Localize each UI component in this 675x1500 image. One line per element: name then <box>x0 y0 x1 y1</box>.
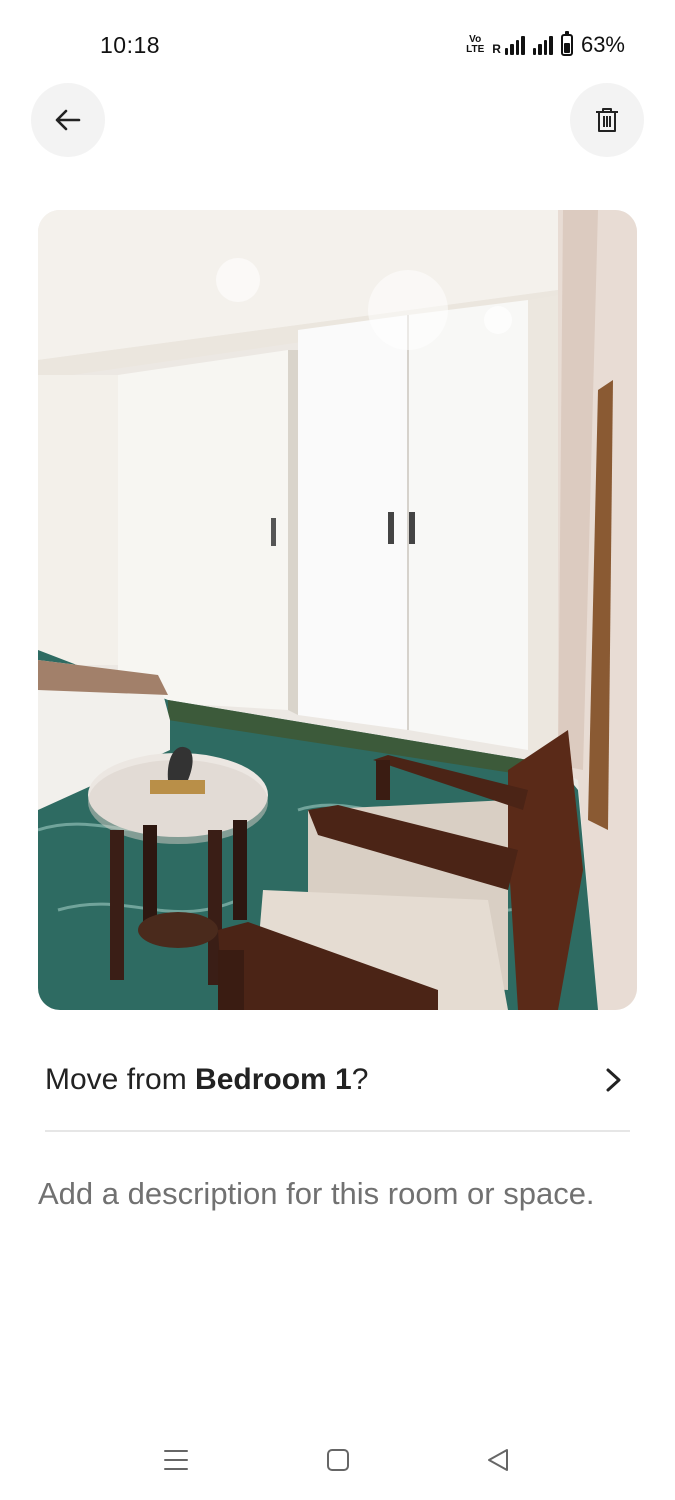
battery-icon <box>560 31 573 56</box>
delete-button[interactable] <box>570 83 644 157</box>
nav-back-button[interactable] <box>478 1440 518 1480</box>
square-icon <box>327 1449 349 1471</box>
signal-icon-sim2 <box>532 35 553 55</box>
move-suffix: ? <box>351 1063 369 1096</box>
system-nav-bar <box>0 1420 675 1500</box>
recents-button[interactable] <box>156 1440 196 1480</box>
menu-lines-icon <box>164 1450 188 1470</box>
status-bar: 10:18 Vo LTE R 63% <box>0 0 675 92</box>
chevron-right-icon <box>606 1068 621 1092</box>
battery-percent: 63% <box>580 32 625 57</box>
home-button[interactable] <box>318 1440 358 1480</box>
arrow-left-icon <box>55 109 81 131</box>
move-prefix: Move from <box>45 1063 196 1096</box>
roaming-indicator: R <box>492 42 501 56</box>
move-room-text: Move from Bedroom 1? <box>45 1063 368 1097</box>
triangle-back-icon <box>488 1449 508 1471</box>
status-icons: Vo LTE R 63% <box>466 30 625 60</box>
current-room-name: Bedroom 1 <box>195 1063 352 1096</box>
move-room-row[interactable]: Move from Bedroom 1? <box>45 1050 630 1110</box>
status-time: 10:18 <box>100 32 161 58</box>
trash-icon <box>596 108 618 132</box>
bedroom-illustration <box>38 210 637 1010</box>
signal-icon-sim1: R <box>492 35 525 55</box>
room-photo[interactable] <box>38 210 637 1010</box>
volte-icon: Vo LTE <box>466 34 485 55</box>
back-button[interactable] <box>31 83 105 157</box>
description-field[interactable]: Add a description for this room or space… <box>38 1168 598 1220</box>
divider <box>45 1130 630 1132</box>
